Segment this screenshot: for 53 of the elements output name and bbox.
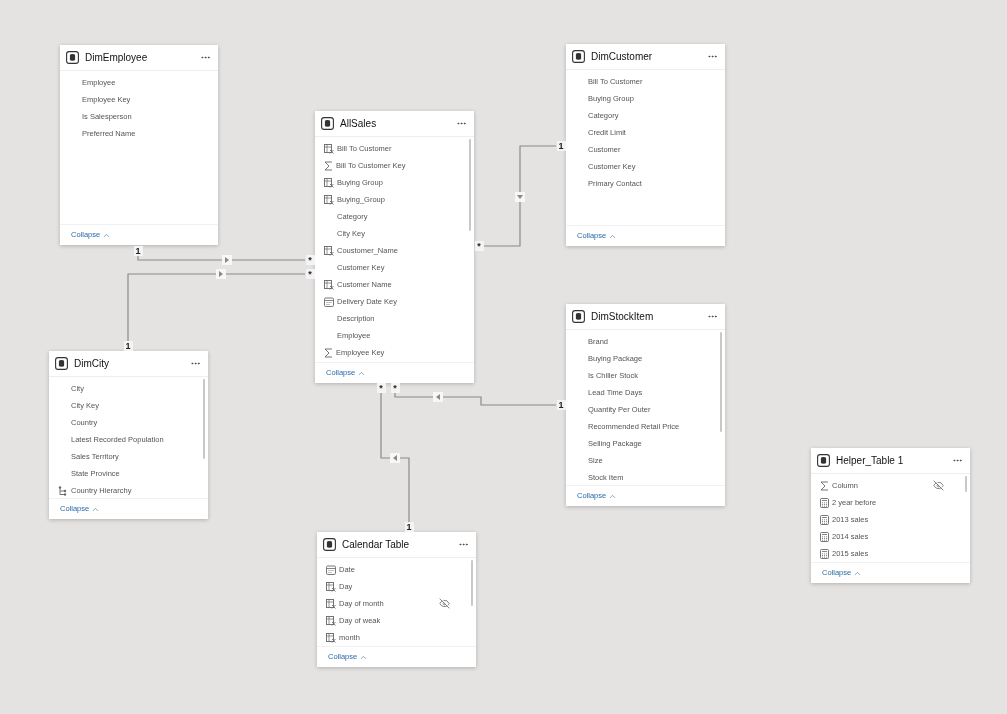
filter-direction-icon: [222, 255, 232, 265]
calculator-icon: [820, 514, 829, 525]
calculated-column-icon: [326, 598, 336, 609]
filter-direction-icon: [216, 269, 226, 279]
table-title: AllSales: [340, 117, 378, 131]
calculated-column-icon: [324, 177, 334, 188]
table-title: Helper_Table 1: [836, 454, 905, 468]
table-icon: [55, 357, 68, 370]
table-title: DimCity: [74, 357, 110, 371]
calculated-column-icon: [324, 143, 334, 154]
cardinality-label: *: [305, 269, 315, 279]
calculated-column-icon: [324, 279, 334, 290]
table-title: DimEmployee: [85, 51, 149, 65]
calculator-icon: [820, 548, 829, 559]
cardinality-label: *: [305, 255, 315, 265]
sigma-icon: [324, 160, 333, 171]
sigma-icon: [324, 347, 333, 358]
calculated-column-icon: [326, 581, 336, 592]
cardinality-label: 1: [556, 141, 566, 151]
cardinality-label: *: [474, 241, 484, 251]
scrollbar[interactable]: [471, 560, 473, 606]
filter-direction-icon: [433, 392, 443, 402]
table-icon: [66, 51, 79, 64]
scrollbar[interactable]: [203, 379, 205, 459]
calculated-column-icon: [326, 632, 336, 643]
cardinality-label: *: [390, 383, 400, 393]
calculated-column-icon: [324, 245, 334, 256]
cardinality-label: 1: [133, 246, 143, 256]
filter-direction-icon: [515, 192, 525, 202]
scrollbar[interactable]: [965, 476, 967, 492]
table-icon: [321, 117, 334, 130]
cardinality-label: 1: [123, 341, 133, 351]
hierarchy-icon: [58, 485, 68, 496]
table-title: DimCustomer: [591, 50, 654, 64]
table-icon: [572, 50, 585, 63]
cardinality-label: *: [376, 383, 386, 393]
calculator-icon: [820, 531, 829, 542]
table-icon: [817, 454, 830, 467]
scrollbar[interactable]: [720, 332, 722, 432]
calculator-icon: [820, 497, 829, 508]
calculated-column-icon: [324, 194, 334, 205]
table-icon: [572, 310, 585, 323]
table-title: Calendar Table: [342, 538, 411, 552]
cardinality-label: 1: [404, 522, 414, 532]
scrollbar[interactable]: [469, 139, 471, 231]
sigma-icon: [820, 480, 829, 491]
table-icon: [323, 538, 336, 551]
cardinality-label: 1: [556, 400, 566, 410]
calculated-column-icon: [326, 615, 336, 626]
calendar-icon: [326, 564, 336, 575]
table-title: DimStockItem: [591, 310, 655, 324]
filter-direction-icon: [390, 453, 400, 463]
calendar-icon: [324, 296, 334, 307]
